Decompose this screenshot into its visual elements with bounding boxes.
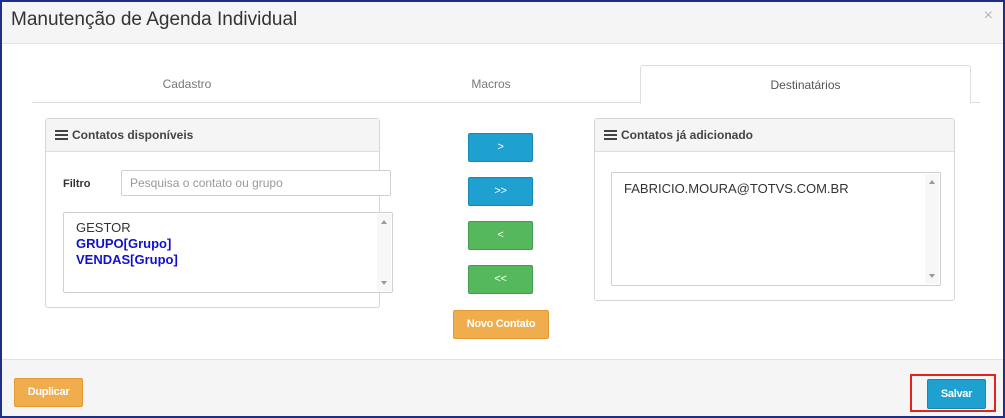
add-all-button[interactable]: >> <box>468 177 533 206</box>
save-highlight-box <box>910 374 996 412</box>
filter-input[interactable] <box>121 170 391 196</box>
added-contacts-title: Contatos já adicionado <box>621 128 754 142</box>
list-item[interactable]: GESTOR <box>76 220 380 236</box>
new-contact-button[interactable]: Novo Contato <box>453 310 549 339</box>
list-item[interactable]: VENDAS[Grupo] <box>76 252 380 268</box>
list-item[interactable]: FABRICIO.MOURA@TOTVS.COM.BR <box>624 181 928 197</box>
scroll-down-icon[interactable] <box>381 281 387 285</box>
tab-cadastro[interactable]: Cadastro <box>32 65 342 103</box>
available-contacts-title: Contatos disponíveis <box>72 128 194 142</box>
scrollbar[interactable] <box>377 214 391 291</box>
modal-footer: Duplicar Salvar <box>2 359 1003 416</box>
tab-macros[interactable]: Macros <box>342 65 640 103</box>
duplicate-button[interactable]: Duplicar <box>14 378 83 407</box>
list-item[interactable]: GRUPO[Grupo] <box>76 236 380 252</box>
added-contacts-list[interactable]: FABRICIO.MOURA@TOTVS.COM.BR <box>611 172 941 286</box>
remove-one-button[interactable]: < <box>468 221 533 250</box>
tab-bar: Cadastro Macros Destinatários <box>32 65 980 104</box>
scroll-up-icon[interactable] <box>929 180 935 184</box>
agenda-modal: Manutenção de Agenda Individual × Cadast… <box>0 0 1005 418</box>
tab-destinatarios[interactable]: Destinatários <box>640 65 971 104</box>
modal-header: Manutenção de Agenda Individual × <box>2 2 1003 44</box>
scrollbar[interactable] <box>925 174 939 284</box>
modal-title: Manutenção de Agenda Individual <box>11 9 298 30</box>
remove-all-button[interactable]: << <box>468 265 533 294</box>
available-contacts-list[interactable]: GESTOR GRUPO[Grupo] VENDAS[Grupo] <box>63 212 393 293</box>
added-contacts-heading: Contatos já adicionado <box>595 119 954 152</box>
list-icon <box>604 130 617 140</box>
add-one-button[interactable]: > <box>468 133 533 162</box>
available-contacts-panel: Contatos disponíveis Filtro GESTOR GRUPO… <box>45 118 393 308</box>
scroll-down-icon[interactable] <box>929 274 935 278</box>
filter-label: Filtro <box>63 178 91 190</box>
scroll-up-icon[interactable] <box>381 220 387 224</box>
close-icon[interactable]: × <box>984 7 993 25</box>
added-contacts-panel: Contatos já adicionado FABRICIO.MOURA@TO… <box>594 118 955 301</box>
available-contacts-heading: Contatos disponíveis <box>46 119 379 152</box>
list-icon <box>55 130 68 140</box>
